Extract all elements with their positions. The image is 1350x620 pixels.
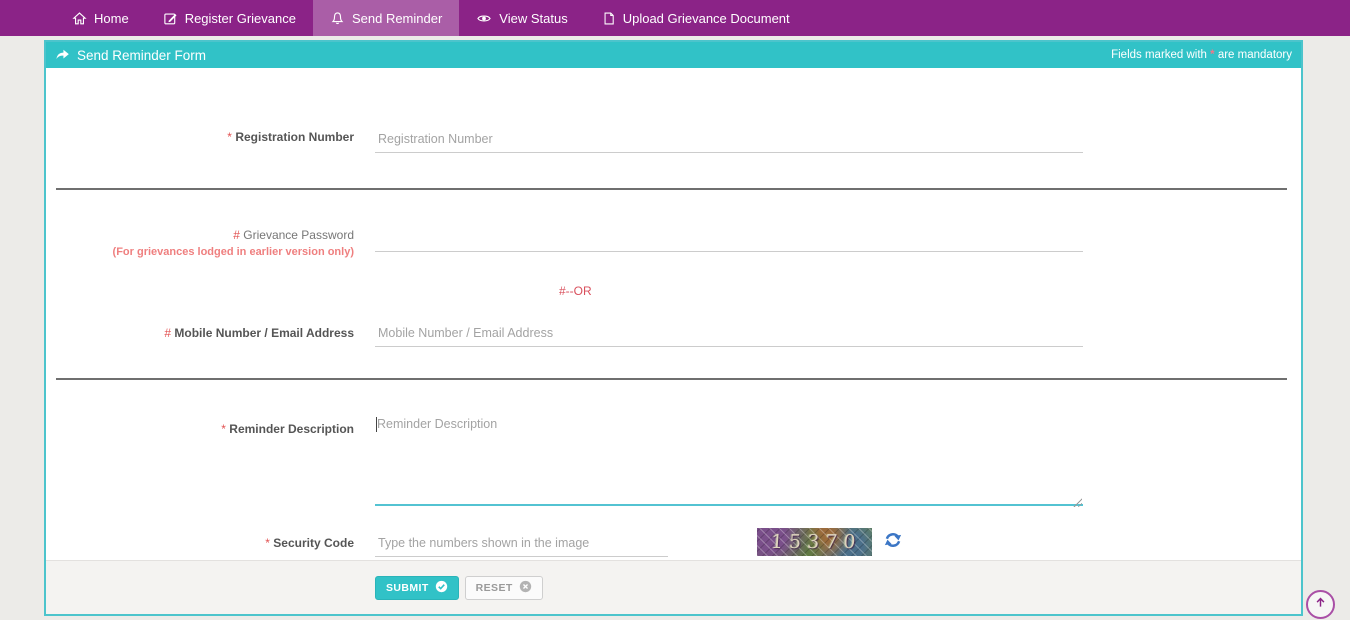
nav-item-label: Send Reminder	[352, 11, 442, 26]
required-mark: *	[227, 130, 232, 144]
nav-item-home[interactable]: Home	[55, 0, 146, 36]
document-icon	[602, 11, 616, 26]
panel-header: Send Reminder Form Fields marked with * …	[46, 42, 1301, 68]
nav-item-view-status[interactable]: View Status	[459, 0, 584, 36]
mobile-email-input[interactable]	[375, 326, 1083, 347]
required-mark: #	[233, 228, 240, 242]
section-divider	[56, 188, 1287, 190]
nav-item-upload-grievance-document[interactable]: Upload Grievance Document	[585, 0, 807, 36]
grievance-password-input[interactable]	[375, 231, 1083, 252]
captcha-refresh-button[interactable]	[884, 531, 902, 554]
scroll-to-top-button[interactable]	[1306, 590, 1335, 619]
bell-icon	[330, 11, 345, 26]
x-circle-icon	[519, 580, 532, 596]
form-content: * Registration Number # Grievance Passwo…	[46, 68, 1301, 560]
captcha-image: 15370	[757, 528, 872, 556]
forward-arrow-icon	[55, 47, 70, 63]
send-reminder-panel: Send Reminder Form Fields marked with * …	[44, 40, 1303, 616]
eye-icon	[476, 11, 492, 26]
reminder-description-row: * Reminder Description	[46, 414, 1301, 511]
nav-item-label: Register Grievance	[185, 11, 296, 26]
captcha-digits: 15370	[766, 531, 862, 553]
submit-button[interactable]: SUBMIT	[375, 576, 459, 600]
nav-item-register-grievance[interactable]: Register Grievance	[146, 0, 313, 36]
registration-number-row: * Registration Number	[46, 130, 1301, 153]
grievance-password-label: # Grievance Password (For grievances lod…	[46, 228, 354, 258]
text-caret	[376, 417, 377, 432]
security-code-label: * Security Code	[46, 531, 354, 557]
reminder-description-label: * Reminder Description	[46, 414, 354, 511]
mobile-email-label: # Mobile Number / Email Address	[46, 321, 354, 347]
register-grievance-icon	[163, 11, 178, 26]
security-code-row: * Security Code	[46, 531, 1301, 557]
section-divider	[56, 378, 1287, 380]
mandatory-note: Fields marked with * are mandatory	[1111, 49, 1292, 61]
check-circle-icon	[435, 580, 448, 596]
form-footer: SUBMIT RESET	[46, 560, 1301, 614]
mobile-email-row: # Mobile Number / Email Address	[46, 321, 1301, 347]
nav-item-send-reminder[interactable]: Send Reminder	[313, 0, 459, 36]
required-mark: *	[265, 536, 270, 550]
nav-item-label: Upload Grievance Document	[623, 11, 790, 26]
home-icon	[72, 11, 87, 26]
registration-number-input[interactable]	[375, 132, 1083, 153]
reminder-description-textarea[interactable]	[375, 414, 1083, 506]
refresh-icon	[884, 536, 902, 553]
required-mark: *	[221, 422, 226, 436]
nav-item-label: View Status	[499, 11, 567, 26]
required-mark: #	[164, 326, 171, 340]
or-separator: #--OR	[559, 284, 592, 298]
nav-item-label: Home	[94, 11, 129, 26]
security-code-input[interactable]	[375, 536, 668, 557]
panel-title: Send Reminder Form	[55, 47, 206, 63]
up-arrow-icon	[1314, 596, 1327, 614]
reset-button[interactable]: RESET	[465, 576, 543, 600]
grievance-password-row: # Grievance Password (For grievances lod…	[46, 228, 1301, 258]
registration-number-label: * Registration Number	[46, 130, 354, 153]
grievance-password-note: (For grievances lodged in earlier versio…	[46, 246, 354, 258]
top-navbar: Home Register Grievance Send Reminder Vi…	[0, 0, 1350, 36]
